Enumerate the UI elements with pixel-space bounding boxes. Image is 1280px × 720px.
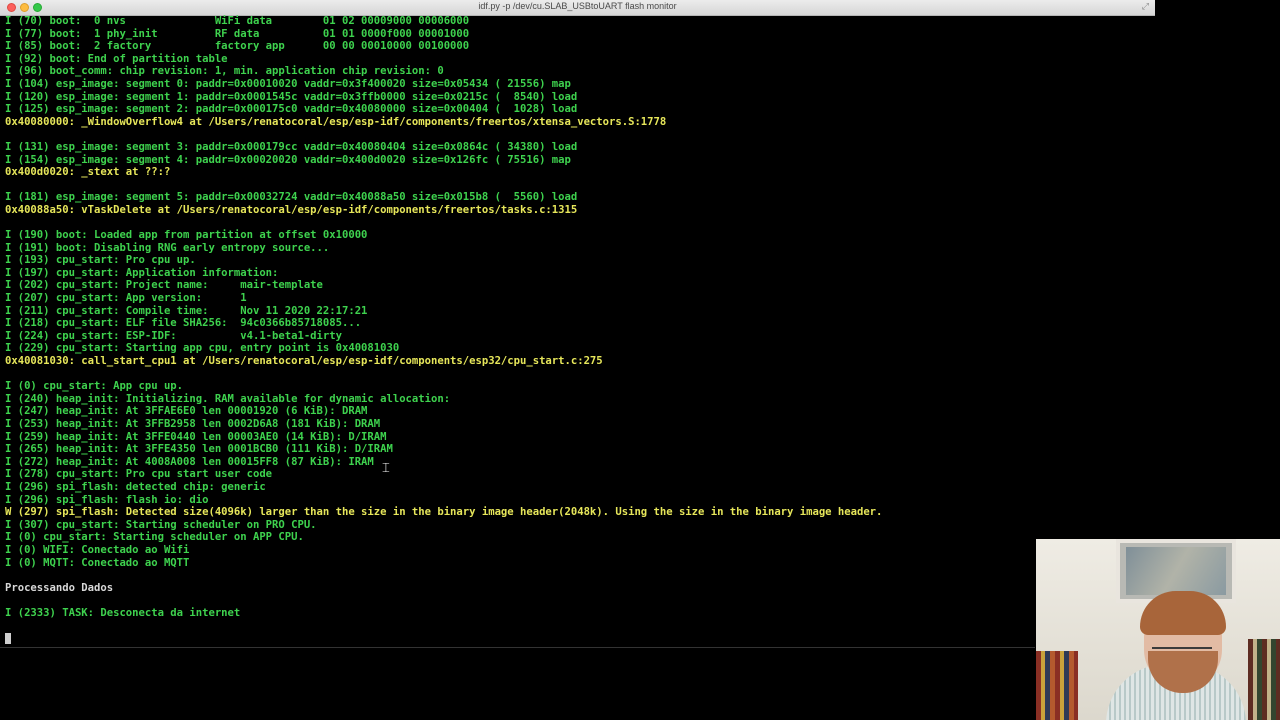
terminal-window: idf.py -p /dev/cu.SLAB_USBtoUART flash m…	[0, 0, 1155, 720]
terminal-line: I (85) boot: 2 factory factory app 00 00…	[5, 40, 470, 53]
terminal-line: I (240) heap_init: Initializing. RAM ava…	[5, 392, 451, 405]
terminal-line: 0x40081030: call_start_cpu1 at /Users/re…	[5, 355, 603, 368]
terminal-line: 0x40080000: _WindowOverflow4 at /Users/r…	[5, 115, 667, 128]
terminal-line: I (96) boot_comm: chip revision: 1, min.…	[5, 65, 444, 78]
terminal-line: I (125) esp_image: segment 2: paddr=0x00…	[5, 103, 578, 116]
terminal-line: I (0) WIFI: Conectado ao Wifi	[5, 543, 190, 556]
terminal-line: I (2333) TASK: Desconecta da internet	[5, 606, 241, 619]
terminal-line: I (0) cpu_start: Starting scheduler on A…	[5, 531, 304, 544]
terminal-line: I (307) cpu_start: Starting scheduler on…	[5, 518, 317, 531]
terminal-line: I (77) boot: 1 phy_init RF data 01 01 00…	[5, 27, 470, 40]
terminal-line: 0x400d0020: _stext at ??:?	[5, 166, 171, 179]
terminal-line: I (253) heap_init: At 3FFB2958 len 0002D…	[5, 418, 381, 430]
terminal-line: I (207) cpu_start: App version: 1	[5, 292, 247, 305]
terminal-line: I (259) heap_init: At 3FFE0440 len 00003…	[5, 430, 387, 443]
text-cursor	[5, 633, 11, 644]
books-left	[1036, 651, 1078, 720]
terminal-line: I (218) cpu_start: ELF file SHA256: 94c0…	[5, 317, 362, 330]
terminal-line: I (229) cpu_start: Starting app cpu, ent…	[5, 342, 400, 355]
terminal-line: I (197) cpu_start: Application informati…	[5, 266, 279, 279]
terminal-line: 0x40088a50: vTaskDelete at /Users/renato…	[5, 203, 578, 216]
terminal-line: I (181) esp_image: segment 5: paddr=0x00…	[5, 191, 578, 204]
terminal-line: I (211) cpu_start: Compile time: Nov 11 …	[5, 304, 368, 317]
terminal-line: I (104) esp_image: segment 0: paddr=0x00…	[5, 77, 571, 90]
terminal-line: Processando Dados	[5, 581, 114, 594]
terminal-line: I (278) cpu_start: Pro cpu start user co…	[5, 468, 273, 481]
terminal-line: I (247) heap_init: At 3FFAE6E0 len 00001…	[5, 405, 368, 418]
terminal-line: I (92) boot: End of partition table	[5, 52, 228, 65]
terminal-line: I (265) heap_init: At 3FFE4350 len 0001B…	[5, 443, 393, 456]
terminal-line: I (296) spi_flash: flash io: dio	[5, 493, 209, 506]
window-title: idf.py -p /dev/cu.SLAB_USBtoUART flash m…	[478, 1, 677, 11]
webcam-overlay	[1036, 539, 1280, 720]
terminal-line: I (0) cpu_start: App cpu up.	[5, 380, 184, 393]
divider	[0, 647, 1035, 648]
terminal-line: I (202) cpu_start: Project name: mair-te…	[5, 279, 323, 292]
terminal-line: I (0) MQTT: Conectado ao MQTT	[5, 556, 190, 569]
terminal-line: I (191) boot: Disabling RNG early entrop…	[5, 241, 330, 254]
terminal-line: I (70) boot: 0 nvs WiFi data 01 02 00009…	[5, 15, 470, 27]
terminal-line: I (154) esp_image: segment 4: paddr=0x00…	[5, 153, 571, 166]
title-bar[interactable]: idf.py -p /dev/cu.SLAB_USBtoUART flash m…	[0, 0, 1155, 16]
terminal-output[interactable]: I (70) boot: 0 nvs WiFi data 01 02 00009…	[5, 15, 1035, 620]
presenter-glasses	[1152, 635, 1212, 649]
terminal-line: I (224) cpu_start: ESP-IDF: v4.1-beta1-d…	[5, 329, 342, 342]
fullscreen-icon[interactable]: ⤢	[1142, 2, 1149, 12]
text-cursor-icon: ⌶	[382, 461, 390, 476]
terminal-line: I (120) esp_image: segment 1: paddr=0x00…	[5, 90, 578, 103]
terminal-line: I (296) spi_flash: detected chip: generi…	[5, 480, 266, 493]
terminal-line: W (297) spi_flash: Detected size(4096k) …	[5, 506, 883, 519]
terminal-line: I (131) esp_image: segment 3: paddr=0x00…	[5, 140, 578, 153]
terminal-line: I (272) heap_init: At 4008A008 len 00015…	[5, 455, 374, 468]
terminal-line: I (193) cpu_start: Pro cpu up.	[5, 254, 196, 267]
terminal-line: I (190) boot: Loaded app from partition …	[5, 229, 368, 242]
books-right	[1248, 639, 1280, 720]
